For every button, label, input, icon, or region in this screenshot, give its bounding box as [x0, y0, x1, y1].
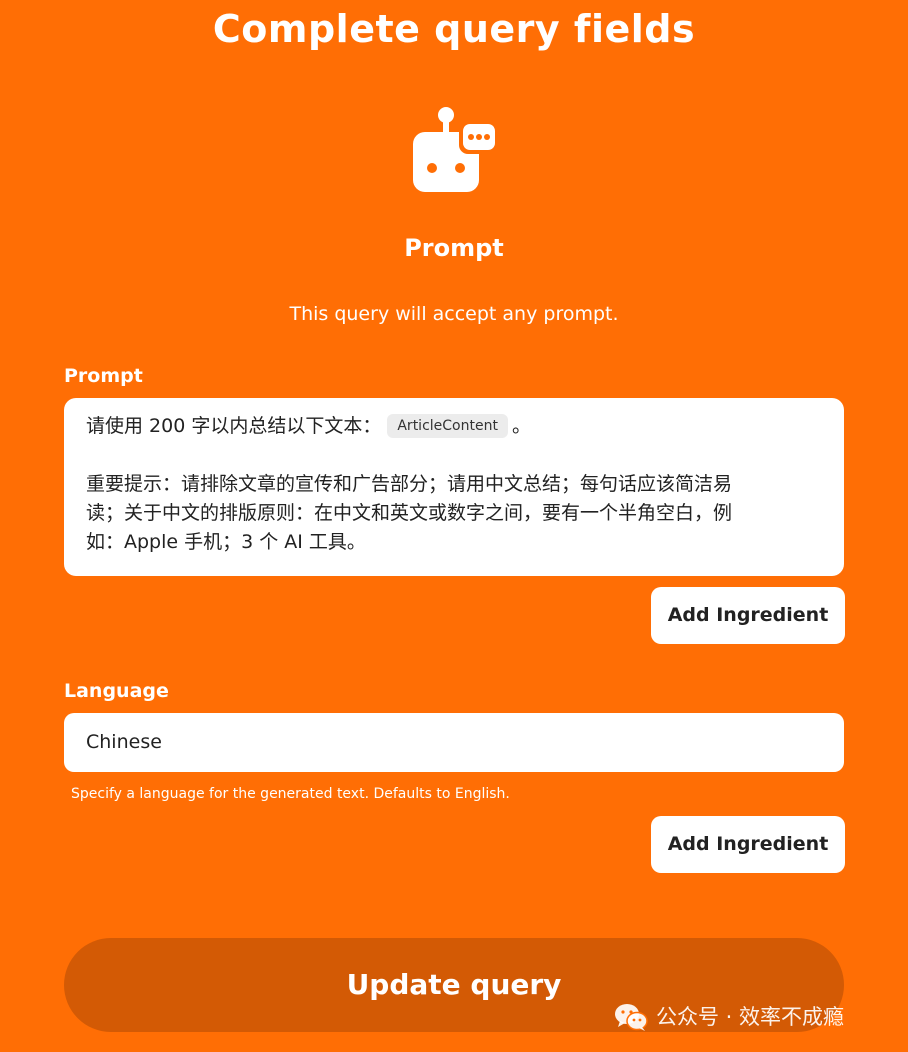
prompt-line-1: 请使用 200 字以内总结以下文本： ArticleContent。 — [86, 412, 822, 441]
prompt-line-4: 如：Apple 手机；3 个 AI 工具。 — [86, 531, 366, 553]
prompt-field-label: Prompt — [64, 365, 143, 387]
prompt-text-before-ingredient: 请使用 200 字以内总结以下文本： — [86, 415, 382, 437]
watermark: 公众号 · 效率不成瘾 — [614, 1000, 844, 1034]
ingredient-pill-article-content[interactable]: ArticleContent — [387, 414, 508, 438]
add-ingredient-button-language[interactable]: Add Ingredient — [651, 816, 845, 873]
service-name: Prompt — [404, 234, 504, 262]
language-input[interactable]: Chinese — [64, 713, 844, 772]
prompt-line-3: 读；关于中文的排版原则：在中文和英文或数字之间，要有一个半角空白，例 — [86, 502, 733, 524]
page-title: Complete query fields — [212, 7, 696, 51]
prompt-line-2: 重要提示：请排除文章的宣传和广告部分；请用中文总结；每句话应该简洁易 — [86, 473, 733, 495]
language-helper-text: Specify a language for the generated tex… — [71, 786, 510, 802]
service-description: This query will accept any prompt. — [289, 303, 619, 325]
watermark-text: 公众号 · 效率不成瘾 — [656, 1005, 845, 1029]
prompt-textarea[interactable]: 请使用 200 字以内总结以下文本： ArticleContent。 重要提示：请… — [64, 398, 844, 576]
language-field-label: Language — [64, 680, 169, 702]
prompt-text-after-ingredient: 。 — [511, 415, 531, 437]
add-ingredient-button-prompt[interactable]: Add Ingredient — [651, 587, 845, 644]
robot-chat-icon — [411, 106, 499, 196]
wechat-icon — [614, 1002, 648, 1032]
